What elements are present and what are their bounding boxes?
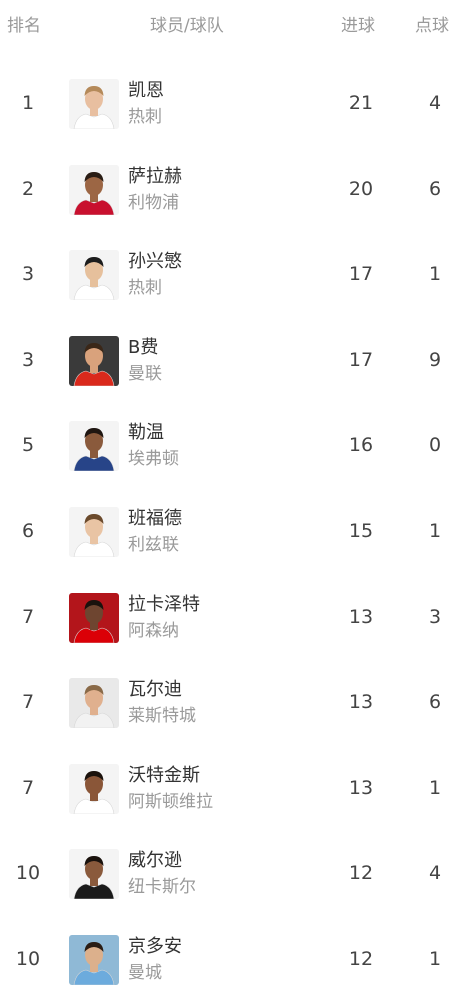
goals-value: 17: [348, 263, 374, 286]
player-name[interactable]: 勒温: [128, 421, 164, 445]
goals-value: 20: [348, 177, 374, 200]
penalties-value: 1: [428, 776, 442, 799]
header-goals[interactable]: 进球: [341, 14, 375, 38]
player-name[interactable]: 萨拉赫: [128, 165, 182, 189]
player-name[interactable]: 威尔逊: [128, 849, 182, 873]
player-name[interactable]: 班福德: [128, 507, 182, 531]
team-name[interactable]: 纽卡斯尔: [128, 875, 196, 899]
team-name[interactable]: 埃弗顿: [128, 447, 179, 471]
penalties-value: 3: [428, 605, 442, 628]
table-row[interactable]: 1 凯恩 热刺 21 4: [0, 62, 472, 148]
penalties-value: 1: [428, 519, 442, 542]
player-avatar[interactable]: [69, 934, 119, 985]
table-row[interactable]: 3 B费 曼联 17 9: [0, 319, 472, 405]
team-name[interactable]: 曼城: [128, 961, 162, 985]
table-row[interactable]: 6 班福德 利兹联 15 1: [0, 490, 472, 576]
player-avatar[interactable]: [69, 79, 119, 129]
table-row[interactable]: 7 沃特金斯 阿斯顿维拉 13 1: [0, 747, 472, 833]
goals-value: 16: [348, 434, 374, 457]
player-name[interactable]: 沃特金斯: [128, 764, 200, 788]
header-player-team: 球员/球队: [150, 16, 224, 36]
team-name[interactable]: 利物浦: [128, 191, 179, 215]
header-rank: 排名: [7, 16, 41, 36]
penalties-value: 0: [428, 434, 442, 457]
rank-value: 7: [21, 776, 35, 799]
player-avatar[interactable]: [69, 678, 119, 729]
penalties-value: 1: [428, 263, 442, 286]
rank-value: 7: [21, 605, 35, 628]
penalties-value: 9: [428, 348, 442, 371]
goals-value: 13: [348, 605, 374, 628]
scorer-list: 1 凯恩 热刺 21 4 2 萨拉赫 利物浦 20 6 3 孙兴慜 热刺 17 1 3 B费 曼联 17 9 5 勒温 埃弗…: [0, 62, 472, 1004]
team-name[interactable]: 阿森纳: [128, 619, 179, 643]
player-name[interactable]: 京多安: [128, 935, 182, 959]
rank-value: 2: [21, 177, 35, 200]
penalties-value: 4: [428, 92, 442, 114]
player-name[interactable]: B费: [128, 336, 158, 360]
team-name[interactable]: 莱斯特城: [128, 704, 196, 728]
rank-value: 6: [21, 519, 35, 542]
penalties-value: 6: [428, 177, 442, 200]
goals-value: 12: [348, 862, 374, 885]
player-avatar[interactable]: [69, 250, 119, 301]
player-avatar[interactable]: [69, 164, 119, 215]
table-row[interactable]: 2 萨拉赫 利物浦 20 6: [0, 148, 472, 234]
rank-value: 10: [15, 862, 41, 885]
penalties-value: 1: [428, 947, 442, 970]
team-name[interactable]: 阿斯顿维拉: [128, 790, 213, 814]
goals-value: 15: [348, 519, 374, 542]
table-header: 排名 球员/球队 进球 点球: [0, 0, 472, 56]
team-name[interactable]: 曼联: [128, 362, 162, 386]
player-avatar[interactable]: [69, 763, 119, 814]
player-avatar[interactable]: [69, 592, 119, 643]
team-name[interactable]: 热刺: [128, 105, 162, 129]
table-row[interactable]: 10 京多安 曼城 12 1: [0, 918, 472, 1004]
goals-value: 13: [348, 691, 374, 714]
goals-value: 17: [348, 348, 374, 371]
header-penalties[interactable]: 点球: [415, 14, 449, 38]
goals-value: 13: [348, 776, 374, 799]
table-row[interactable]: 7 拉卡泽特 阿森纳 13 3: [0, 576, 472, 662]
rank-value: 3: [21, 348, 35, 371]
player-name[interactable]: 凯恩: [128, 79, 164, 103]
player-avatar[interactable]: [69, 506, 119, 557]
team-name[interactable]: 热刺: [128, 276, 162, 300]
rank-value: 7: [21, 691, 35, 714]
goals-value: 21: [348, 92, 374, 114]
player-name[interactable]: 孙兴慜: [128, 250, 182, 274]
player-avatar[interactable]: [69, 849, 119, 900]
rank-value: 1: [21, 92, 35, 114]
team-name[interactable]: 利兹联: [128, 533, 179, 557]
penalties-value: 4: [428, 862, 442, 885]
table-row[interactable]: 7 瓦尔迪 莱斯特城 13 6: [0, 661, 472, 747]
player-name[interactable]: 拉卡泽特: [128, 593, 200, 617]
table-row[interactable]: 10 威尔逊 纽卡斯尔 12 4: [0, 832, 472, 918]
table-row[interactable]: 5 勒温 埃弗顿 16 0: [0, 404, 472, 490]
penalties-value: 6: [428, 691, 442, 714]
rank-value: 5: [21, 434, 35, 457]
rank-value: 10: [15, 947, 41, 970]
table-row[interactable]: 3 孙兴慜 热刺 17 1: [0, 233, 472, 319]
player-name[interactable]: 瓦尔迪: [128, 678, 182, 702]
rank-value: 3: [21, 263, 35, 286]
player-avatar[interactable]: [69, 421, 119, 472]
player-avatar[interactable]: [69, 335, 119, 386]
goals-value: 12: [348, 947, 374, 970]
